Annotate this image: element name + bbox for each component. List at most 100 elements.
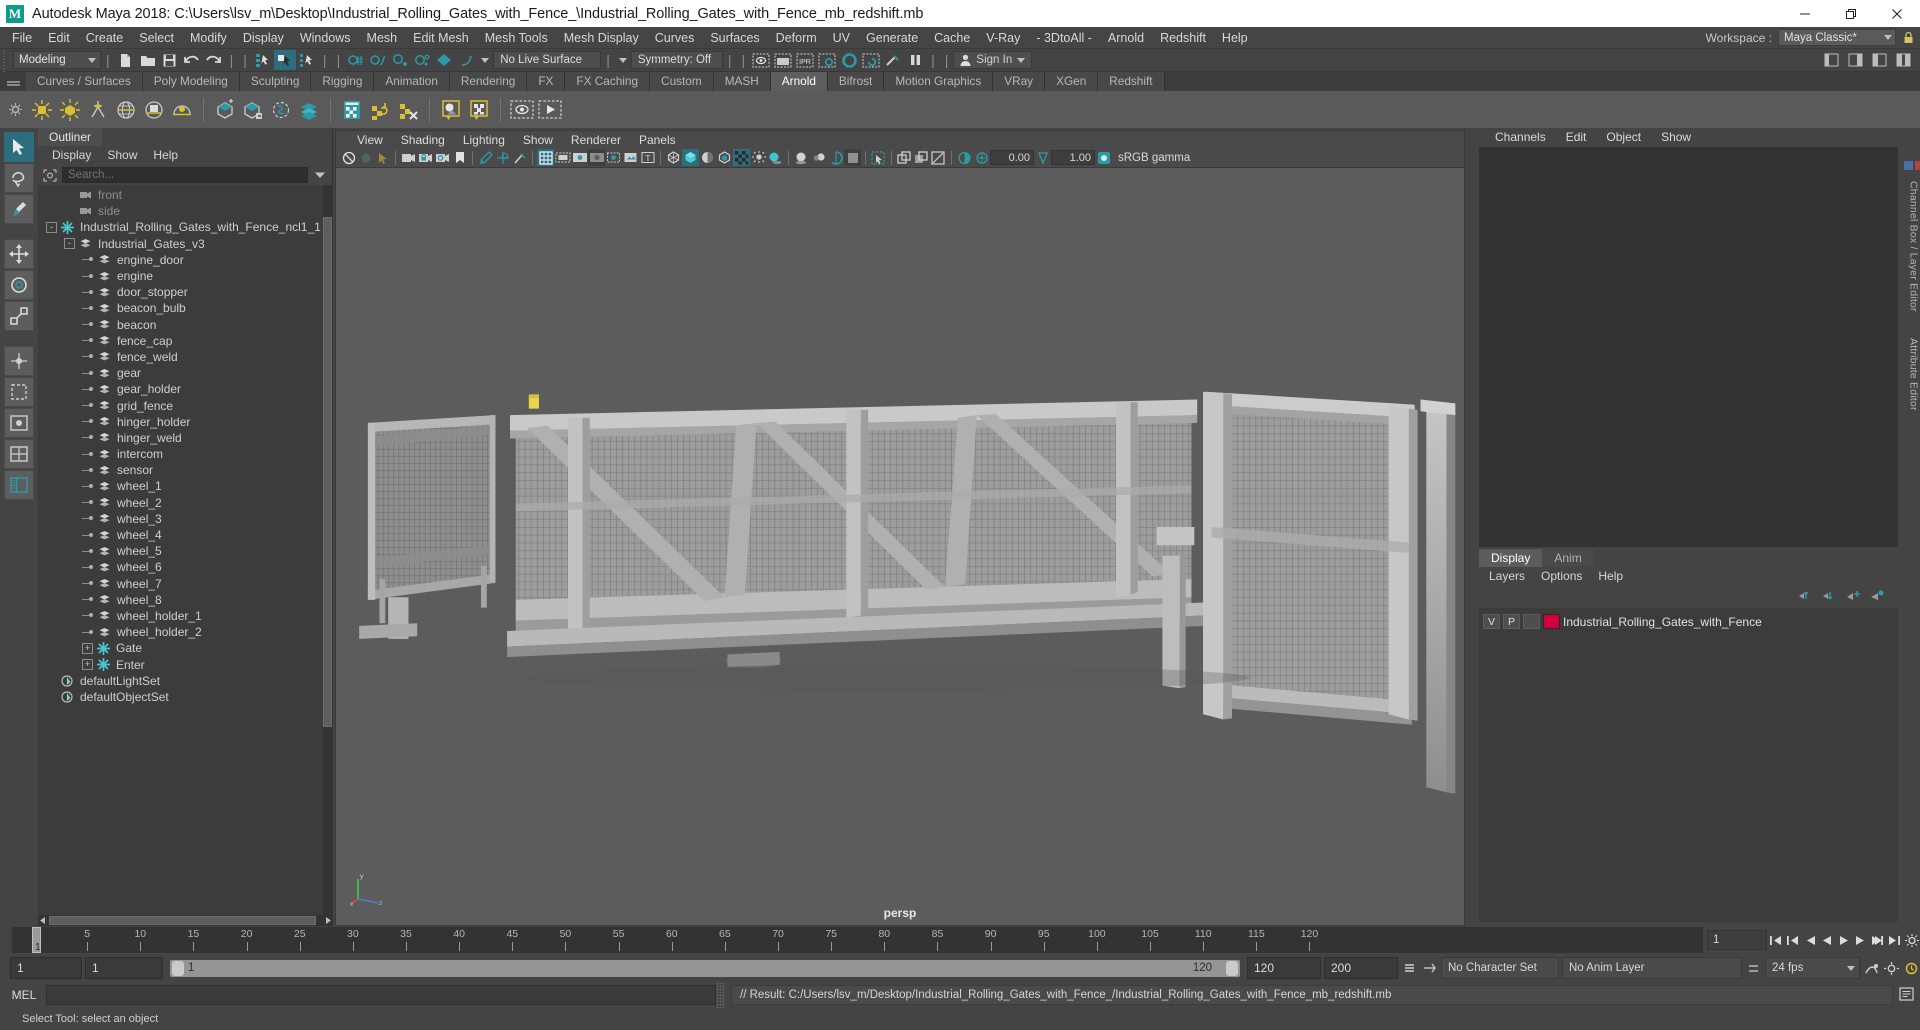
- make-live-button[interactable]: [455, 50, 477, 70]
- menu-3dtoall[interactable]: - 3DtoAll -: [1028, 27, 1100, 49]
- outliner-item-engine[interactable]: engine: [38, 268, 332, 284]
- restore-button[interactable]: [1828, 0, 1874, 27]
- menu-create[interactable]: Create: [78, 27, 132, 49]
- outliner-item-fence_cap[interactable]: fence_cap: [38, 333, 332, 349]
- grid-toggle-icon[interactable]: [537, 149, 554, 166]
- viewport-menu-lighting[interactable]: Lighting: [454, 131, 514, 149]
- resolution-gate-icon[interactable]: [571, 149, 588, 166]
- xray-active-components-icon[interactable]: [913, 149, 930, 166]
- tree-expander-toggle[interactable]: +: [82, 642, 93, 654]
- ipr-render-button[interactable]: IPR: [794, 50, 816, 70]
- outliner-item-gear_holder[interactable]: gear_holder: [38, 381, 332, 397]
- lasso-tool-button[interactable]: [4, 163, 34, 193]
- exposure-gamma-icon[interactable]: [930, 149, 947, 166]
- multisample-aa-icon[interactable]: [827, 149, 844, 166]
- outliner-tab[interactable]: Outliner: [38, 128, 103, 146]
- shelf-tab-bifrost[interactable]: Bifrost: [827, 72, 885, 91]
- gate-mask-icon[interactable]: [588, 149, 605, 166]
- menu-redshift[interactable]: Redshift: [1152, 27, 1214, 49]
- animation-preferences-button[interactable]: [1863, 957, 1880, 979]
- layer-display-type-toggle[interactable]: [1523, 614, 1540, 629]
- exposure-icon[interactable]: [605, 149, 622, 166]
- scale-tool-button[interactable]: [4, 301, 34, 331]
- textured-display-icon[interactable]: [733, 149, 750, 166]
- shelf-tab-arnold[interactable]: Arnold: [770, 72, 828, 91]
- shelf-tab-custom[interactable]: Custom: [650, 72, 714, 91]
- render-settings-button[interactable]: [816, 50, 838, 70]
- layers-menu-layers[interactable]: Layers: [1481, 567, 1533, 586]
- menu-curves[interactable]: Curves: [647, 27, 703, 49]
- layer-playback-toggle[interactable]: P: [1503, 614, 1520, 629]
- move-layer-down-icon[interactable]: [1822, 589, 1837, 605]
- shelf-tab-rigging[interactable]: Rigging: [311, 72, 375, 91]
- outliner-item-hinger_holder[interactable]: hinger_holder: [38, 414, 332, 430]
- arnold-flush-caches-icon[interactable]: [394, 95, 422, 125]
- exposure-field[interactable]: 0.00: [990, 150, 1034, 165]
- workspace-select[interactable]: Maya Classic*: [1778, 29, 1896, 46]
- outliner-item-industrial_gates_v3[interactable]: - Industrial_Gates_v3: [38, 236, 332, 252]
- shelf-tab-animation[interactable]: Animation: [374, 72, 450, 91]
- mel-label[interactable]: MEL: [2, 988, 46, 1002]
- statusline-grip[interactable]: [0, 48, 9, 72]
- render-sequence-button[interactable]: [772, 50, 794, 70]
- shelf-tab-rendering[interactable]: Rendering: [449, 72, 528, 91]
- shelf-tab-vray[interactable]: VRay: [993, 72, 1046, 91]
- menu-vray[interactable]: V-Ray: [978, 27, 1028, 49]
- step-forward-frame-icon[interactable]: [1852, 930, 1869, 950]
- viewport-menu-panels[interactable]: Panels: [630, 131, 685, 149]
- arnold-spot-light-icon[interactable]: [84, 95, 112, 125]
- pause-render-button[interactable]: [904, 50, 926, 70]
- layer-visibility-toggle[interactable]: V: [1483, 614, 1500, 629]
- camera-attributes-icon[interactable]: [357, 149, 374, 166]
- snap-to-curve-button[interactable]: [367, 50, 389, 70]
- outliner-item-door_stopper[interactable]: door_stopper: [38, 284, 332, 300]
- arnold-open-render-settings-icon[interactable]: [366, 95, 394, 125]
- arnold-photometric-light-icon[interactable]: [140, 95, 168, 125]
- search-clear-chevron-icon[interactable]: [311, 167, 329, 183]
- menu-surfaces[interactable]: Surfaces: [702, 27, 767, 49]
- outliner-item-grid_fence[interactable]: grid_fence: [38, 397, 332, 413]
- wireframe-shading-icon[interactable]: [665, 149, 682, 166]
- menu-uv[interactable]: UV: [825, 27, 858, 49]
- lock-icon[interactable]: [1900, 29, 1916, 47]
- viewport-menu-renderer[interactable]: Renderer: [562, 131, 630, 149]
- isolate-select-icon[interactable]: [870, 149, 887, 166]
- move-layer-up-icon[interactable]: [1798, 589, 1813, 605]
- menu-help[interactable]: Help: [1214, 27, 1256, 49]
- channel-box-side-label[interactable]: Channel Box / Layer Editor: [1908, 181, 1920, 312]
- outliner-item-wheel_holder_1[interactable]: wheel_holder_1: [38, 608, 332, 624]
- create-layer-from-selected-icon[interactable]: [1870, 589, 1885, 605]
- scroll-right-icon[interactable]: [323, 916, 332, 925]
- undo-button[interactable]: [181, 50, 203, 70]
- rotate-tool-button[interactable]: [4, 270, 34, 300]
- arnold-area-light-icon[interactable]: [28, 95, 56, 125]
- shelf-tab-sculpting[interactable]: Sculpting: [239, 72, 312, 91]
- text-display-icon[interactable]: T: [639, 149, 656, 166]
- menu-file[interactable]: File: [4, 27, 40, 49]
- menu-edit[interactable]: Edit: [40, 27, 78, 49]
- menu-mesh-tools[interactable]: Mesh Tools: [477, 27, 556, 49]
- open-scene-button[interactable]: [137, 50, 159, 70]
- outliner-item-wheel_holder_2[interactable]: wheel_holder_2: [38, 624, 332, 640]
- shelf-grip[interactable]: [0, 72, 26, 91]
- menu-generate[interactable]: Generate: [858, 27, 926, 49]
- channelbox-menu-object[interactable]: Object: [1596, 128, 1651, 147]
- animation-preferences-icon[interactable]: [1903, 930, 1920, 950]
- minimize-button[interactable]: [1782, 0, 1828, 27]
- search-input[interactable]: [62, 167, 308, 183]
- play-forwards-icon[interactable]: [1835, 930, 1852, 950]
- outliner-item-enter[interactable]: + Enter: [38, 656, 332, 672]
- color-management-icon[interactable]: [956, 149, 973, 166]
- outliner-item-defaultobjectset[interactable]: defaultObjectSet: [38, 689, 332, 705]
- chevron-down-icon[interactable]: [481, 57, 490, 63]
- last-tool-used-button[interactable]: [4, 377, 34, 407]
- scroll-left-icon[interactable]: [38, 916, 47, 925]
- smooth-shade-all-icon[interactable]: [682, 149, 699, 166]
- play-backwards-icon[interactable]: [1818, 930, 1835, 950]
- bookmark-icon[interactable]: [451, 149, 468, 166]
- snap-to-projected-center-button[interactable]: [411, 50, 433, 70]
- go-to-end-icon[interactable]: [1886, 930, 1903, 950]
- arnold-open-mtoa-render-view-icon[interactable]: [508, 95, 536, 125]
- outliner-menu-show[interactable]: Show: [99, 146, 145, 165]
- xray-all-icon[interactable]: [896, 149, 913, 166]
